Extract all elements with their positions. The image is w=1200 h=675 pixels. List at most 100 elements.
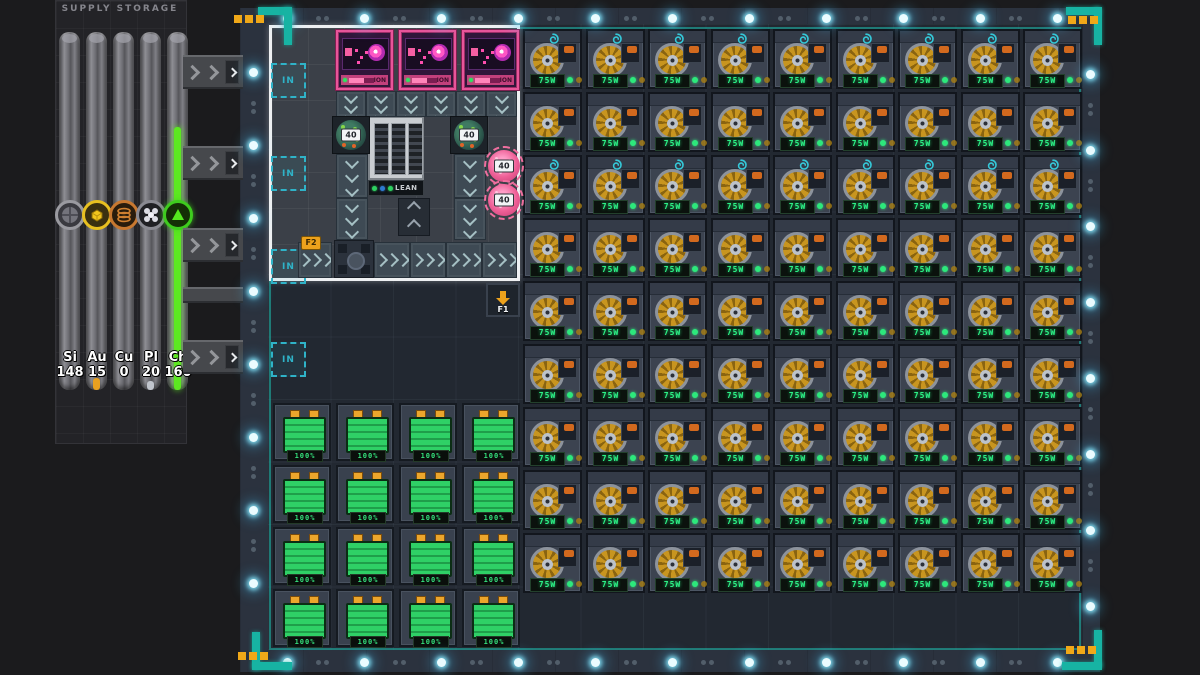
conveyor-belt[interactable]: [336, 154, 368, 198]
fan-generator[interactable]: 75W: [523, 218, 582, 278]
fan-generator[interactable]: 75W: [523, 155, 582, 215]
in-port[interactable]: IN: [271, 342, 306, 377]
fan-generator[interactable]: 75W: [523, 533, 582, 593]
fan-generator[interactable]: 75W: [711, 533, 770, 593]
fan-generator[interactable]: 75W: [523, 29, 582, 89]
fan-generator[interactable]: 75W: [1023, 407, 1082, 467]
air-filter-machine[interactable]: [368, 116, 424, 180]
conveyor-belt[interactable]: [396, 91, 426, 117]
fan-generator[interactable]: 75W: [836, 29, 895, 89]
urchin-ball[interactable]: 40: [488, 184, 520, 216]
fan-generator[interactable]: 75W: [586, 407, 645, 467]
fan-generator[interactable]: 75W: [711, 407, 770, 467]
conveyor-belt[interactable]: [456, 91, 486, 117]
fan-generator[interactable]: 75W: [1023, 533, 1082, 593]
fan-generator[interactable]: 75W: [586, 92, 645, 152]
fan-generator[interactable]: 75W: [773, 218, 832, 278]
fan-generator[interactable]: 75W: [586, 29, 645, 89]
fan-generator[interactable]: 75W: [773, 281, 832, 341]
fan-generator[interactable]: 75W: [523, 407, 582, 467]
conveyor-belt[interactable]: [336, 91, 366, 117]
battery-cell[interactable]: 100%: [462, 527, 520, 585]
in-port[interactable]: IN: [271, 156, 306, 191]
fan-generator[interactable]: 75W: [648, 155, 707, 215]
fan-generator[interactable]: 75W: [961, 218, 1020, 278]
conveyor-belt[interactable]: [446, 242, 482, 278]
fan-generator[interactable]: 75W: [898, 344, 957, 404]
fan-generator[interactable]: 75W: [836, 407, 895, 467]
fan-generator[interactable]: 75W: [1023, 218, 1082, 278]
fan-generator[interactable]: 75W: [773, 533, 832, 593]
fan-generator[interactable]: 75W: [836, 155, 895, 215]
fan-generator[interactable]: 75W: [711, 155, 770, 215]
fan-generator[interactable]: 75W: [648, 407, 707, 467]
exhaust-port[interactable]: [398, 198, 430, 236]
fan-generator[interactable]: 75W: [836, 218, 895, 278]
fan-generator[interactable]: 75W: [836, 470, 895, 530]
fan-generator[interactable]: 75W: [711, 344, 770, 404]
battery-cell[interactable]: 100%: [273, 589, 331, 647]
floor-marker-f2[interactable]: F2: [301, 236, 321, 250]
battery-cell[interactable]: 100%: [273, 527, 331, 585]
fan-generator[interactable]: 75W: [836, 533, 895, 593]
fan-generator[interactable]: 75W: [1023, 155, 1082, 215]
fan-generator[interactable]: 75W: [648, 344, 707, 404]
fan-generator[interactable]: 75W: [523, 470, 582, 530]
fan-generator[interactable]: 75W: [648, 470, 707, 530]
battery-cell[interactable]: 100%: [336, 527, 394, 585]
fan-generator[interactable]: 75W: [711, 92, 770, 152]
fan-generator[interactable]: 75W: [898, 92, 957, 152]
fan-generator[interactable]: 75W: [586, 281, 645, 341]
fan-generator[interactable]: 75W: [773, 155, 832, 215]
algae-ball-tile[interactable]: 40: [450, 116, 488, 154]
fan-generator[interactable]: 75W: [898, 470, 957, 530]
fan-generator[interactable]: 75W: [961, 92, 1020, 152]
fan-generator[interactable]: 75W: [586, 533, 645, 593]
fan-generator[interactable]: 75W: [1023, 29, 1082, 89]
fan-generator[interactable]: 75W: [773, 344, 832, 404]
fan-generator[interactable]: 75W: [586, 218, 645, 278]
ion-machine[interactable]: ION: [336, 30, 393, 90]
conveyor-belt[interactable]: [482, 242, 517, 278]
battery-cell[interactable]: 100%: [399, 403, 457, 461]
fan-generator[interactable]: 75W: [1023, 344, 1082, 404]
fan-generator[interactable]: 75W: [711, 29, 770, 89]
urchin-ball[interactable]: 40: [488, 150, 520, 182]
fan-generator[interactable]: 75W: [773, 470, 832, 530]
floor-marker-f1-tile[interactable]: F1: [486, 283, 520, 317]
fan-generator[interactable]: 75W: [961, 407, 1020, 467]
fan-generator[interactable]: 75W: [898, 407, 957, 467]
fan-generator[interactable]: 75W: [711, 281, 770, 341]
fan-generator[interactable]: 75W: [773, 29, 832, 89]
conveyor-belt[interactable]: [374, 242, 410, 278]
fan-generator[interactable]: 75W: [1023, 92, 1082, 152]
conveyor-belt[interactable]: [454, 198, 486, 240]
fan-generator[interactable]: 75W: [648, 218, 707, 278]
fan-generator[interactable]: 75W: [586, 155, 645, 215]
fan-generator[interactable]: 75W: [898, 29, 957, 89]
battery-cell[interactable]: 100%: [462, 589, 520, 647]
fan-generator[interactable]: 75W: [523, 281, 582, 341]
fan-generator[interactable]: 75W: [648, 533, 707, 593]
battery-cell[interactable]: 100%: [336, 403, 394, 461]
battery-cell[interactable]: 100%: [336, 465, 394, 523]
fan-generator[interactable]: 75W: [648, 29, 707, 89]
battery-cell[interactable]: 100%: [336, 589, 394, 647]
in-port[interactable]: IN: [271, 63, 306, 98]
fan-generator[interactable]: 75W: [773, 92, 832, 152]
fan-generator[interactable]: 75W: [961, 470, 1020, 530]
battery-cell[interactable]: 100%: [399, 589, 457, 647]
fan-generator[interactable]: 75W: [1023, 470, 1082, 530]
fan-generator[interactable]: 75W: [961, 533, 1020, 593]
battery-cell[interactable]: 100%: [399, 465, 457, 523]
fan-generator[interactable]: 75W: [773, 407, 832, 467]
fan-generator[interactable]: 75W: [898, 155, 957, 215]
ion-machine[interactable]: ION: [399, 30, 456, 90]
algae-ball-tile[interactable]: 40: [332, 116, 370, 154]
conveyor-belt[interactable]: [366, 91, 396, 117]
battery-cell[interactable]: 100%: [273, 403, 331, 461]
battery-cell[interactable]: 100%: [273, 465, 331, 523]
conveyor-belt[interactable]: [410, 242, 446, 278]
fan-generator[interactable]: 75W: [898, 533, 957, 593]
fan-generator[interactable]: 75W: [1023, 281, 1082, 341]
